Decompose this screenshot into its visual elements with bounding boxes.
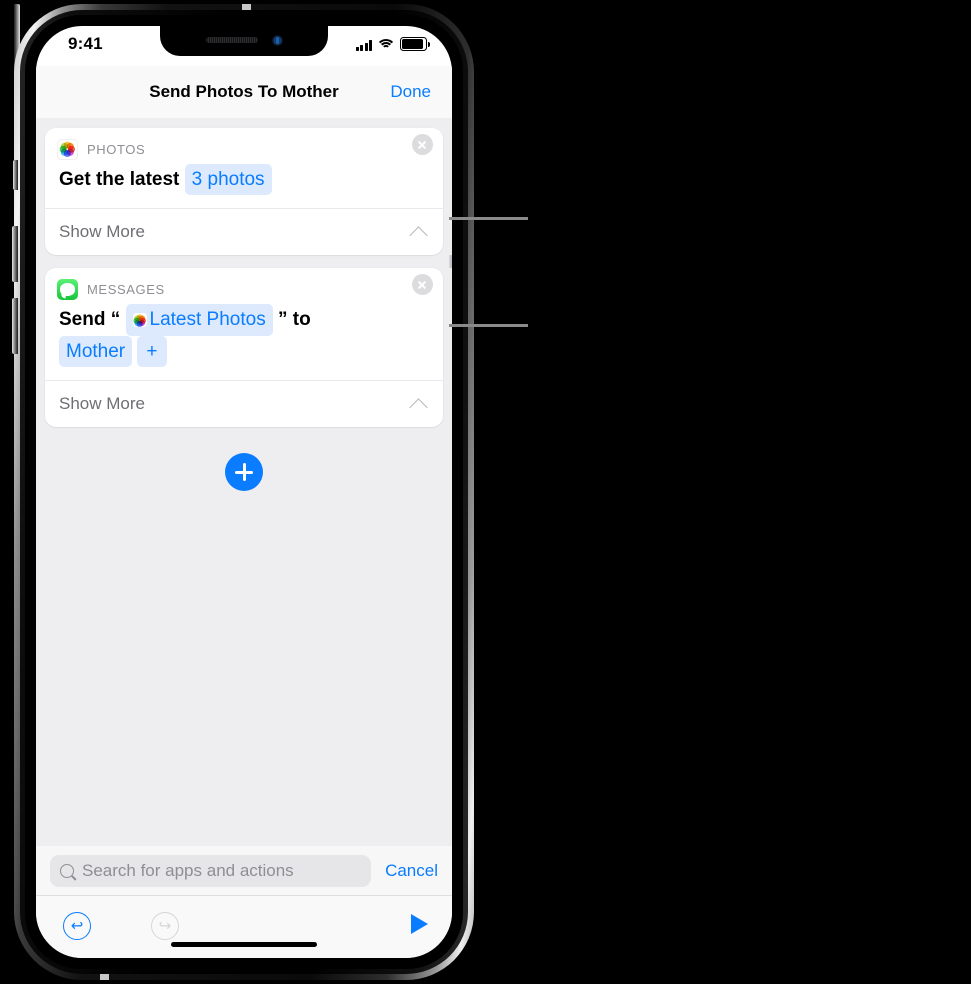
iphone-device-frame: 9:41 Send Photos To Mother Done PHOTOS G… xyxy=(12,4,474,980)
add-action-row xyxy=(36,453,452,492)
photos-app-icon xyxy=(57,139,78,160)
page-title: Send Photos To Mother xyxy=(149,82,339,101)
search-placeholder: Search for apps and actions xyxy=(82,860,294,880)
chevron-up-icon xyxy=(409,398,428,418)
silent-switch[interactable] xyxy=(13,160,18,190)
quote-close: ” xyxy=(278,309,288,331)
action-description: Get the latest 3 photos xyxy=(45,160,443,208)
play-icon[interactable] xyxy=(411,914,428,934)
search-icon xyxy=(60,863,74,878)
action-text-before: Get the latest xyxy=(59,169,180,190)
home-indicator[interactable] xyxy=(171,942,317,947)
status-time: 9:41 xyxy=(68,34,103,53)
show-more-toggle-messages[interactable]: Show More xyxy=(45,381,443,427)
search-input[interactable]: Search for apps and actions xyxy=(50,854,372,887)
redo-glyph: ↪ xyxy=(158,916,172,935)
callout-line-photos xyxy=(449,217,528,220)
show-more-label: Show More xyxy=(59,394,145,414)
chevron-up-icon xyxy=(409,226,428,246)
volume-down-button[interactable] xyxy=(12,298,18,354)
messages-app-icon xyxy=(57,279,78,301)
wifi-icon xyxy=(376,39,396,51)
shortcut-actions-list: PHOTOS Get the latest 3 photos Show More xyxy=(36,118,452,846)
parameter-token-latest-photos[interactable]: Latest Photos xyxy=(125,304,273,336)
action-text-before: Send xyxy=(59,309,106,331)
action-text-middle: to xyxy=(292,309,311,331)
undo-glyph: ↩ xyxy=(70,916,84,935)
action-description: Send “ Latest Photos ” to Mother + xyxy=(45,300,443,380)
action-card-header: PHOTOS xyxy=(45,128,443,160)
search-bar: Search for apps and actions Cancel xyxy=(36,846,452,896)
undo-icon[interactable]: ↩ xyxy=(63,912,91,940)
action-app-name: MESSAGES xyxy=(87,282,165,298)
action-card-header: MESSAGES xyxy=(45,268,443,301)
action-card-messages[interactable]: MESSAGES Send “ Latest Photos ” to Mothe… xyxy=(45,268,443,428)
earpiece-speaker-icon xyxy=(206,37,258,43)
remove-action-icon[interactable] xyxy=(412,274,433,296)
volume-up-button[interactable] xyxy=(12,226,18,282)
photos-app-icon xyxy=(132,313,147,328)
front-camera-icon xyxy=(272,35,283,46)
navigation-bar: Send Photos To Mother Done xyxy=(36,66,452,118)
action-card-photos[interactable]: PHOTOS Get the latest 3 photos Show More xyxy=(45,128,443,256)
antenna-band-bottom xyxy=(100,974,109,980)
callout-line-messages xyxy=(449,324,528,327)
parameter-token-recipient[interactable]: Mother xyxy=(59,335,133,368)
add-action-button[interactable] xyxy=(225,453,263,492)
cancel-button[interactable]: Cancel xyxy=(385,861,438,881)
quote-open: “ xyxy=(110,309,121,331)
bottom-toolbar: ↩ ↪ xyxy=(36,896,452,958)
add-recipient-button[interactable]: + xyxy=(137,335,167,368)
action-connector-line xyxy=(449,255,452,269)
show-more-toggle-photos[interactable]: Show More xyxy=(45,209,443,255)
antenna-band-top xyxy=(242,4,251,10)
cellular-bars-icon xyxy=(355,40,372,51)
status-indicators xyxy=(355,37,430,51)
redo-icon: ↪ xyxy=(151,912,179,940)
remove-action-icon[interactable] xyxy=(412,134,433,155)
device-screen: 9:41 Send Photos To Mother Done PHOTOS G… xyxy=(36,26,452,958)
show-more-label: Show More xyxy=(59,222,145,242)
notch xyxy=(160,26,328,56)
done-button[interactable]: Done xyxy=(390,82,431,102)
battery-full-icon xyxy=(400,37,430,51)
parameter-token-photo-count[interactable]: 3 photos xyxy=(184,164,272,196)
action-app-name: PHOTOS xyxy=(87,142,146,157)
